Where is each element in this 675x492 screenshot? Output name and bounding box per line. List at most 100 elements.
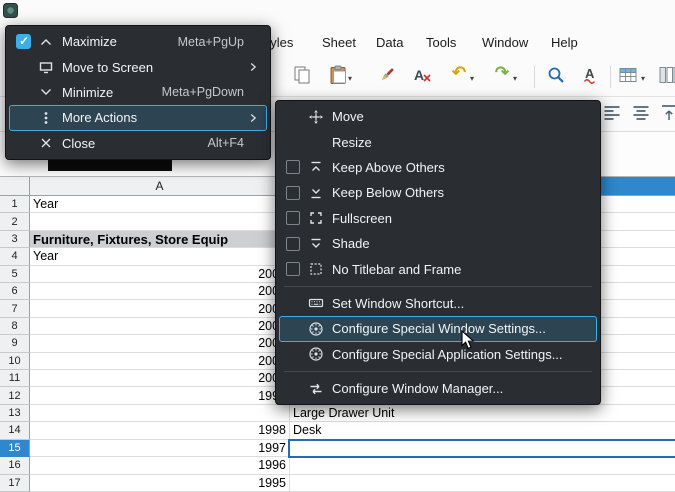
window-menu-item-maximize[interactable]: MaximizeMeta+PgUp bbox=[9, 29, 267, 54]
menu-item-label: Configure Special Application Settings..… bbox=[332, 347, 576, 362]
cell-a5[interactable]: 2006 bbox=[30, 266, 290, 283]
checkbox-unchecked bbox=[286, 237, 308, 251]
row-header-4[interactable]: 4 bbox=[0, 248, 30, 265]
keyboard-shortcut-icon bbox=[308, 295, 332, 311]
menu-item-label: Move bbox=[332, 109, 576, 124]
cell-a12[interactable]: 1999 bbox=[30, 387, 290, 404]
cell-a13[interactable] bbox=[30, 405, 290, 422]
titlebar bbox=[0, 0, 675, 28]
align-center-icon[interactable] bbox=[631, 103, 653, 125]
cell-a16[interactable]: 1996 bbox=[30, 457, 290, 474]
more-actions-item-set-window-shortcut[interactable]: Set Window Shortcut... bbox=[279, 291, 597, 316]
window-menu-item-move-to-screen[interactable]: Move to Screen bbox=[9, 54, 267, 79]
menu-item-label: Close bbox=[62, 136, 208, 151]
app-icon[interactable] bbox=[3, 3, 18, 18]
maximize-icon bbox=[38, 34, 62, 50]
menubar-item-help[interactable]: Help bbox=[551, 35, 578, 50]
more-actions-item-no-titlebar-and-frame[interactable]: No Titlebar and Frame bbox=[279, 256, 597, 281]
more-actions-item-configure-special-window-settings[interactable]: Configure Special Window Settings... bbox=[279, 316, 597, 341]
more-actions-item-move[interactable]: Move bbox=[279, 104, 597, 129]
more-actions-item-configure-window-manager[interactable]: Configure Window Manager... bbox=[279, 376, 597, 401]
row-header-1[interactable]: 1 bbox=[0, 196, 30, 213]
row-header-5[interactable]: 5 bbox=[0, 266, 30, 283]
undo-icon[interactable]: ↶ bbox=[449, 63, 469, 83]
close-icon bbox=[38, 135, 62, 151]
borders-dropdown-caret[interactable]: ▾ bbox=[641, 74, 645, 83]
screen-icon bbox=[38, 59, 62, 75]
mouse-cursor bbox=[461, 330, 475, 355]
cell-a14[interactable]: 1998 bbox=[30, 422, 290, 439]
selected-cell[interactable] bbox=[288, 439, 675, 458]
cell-b16[interactable] bbox=[290, 457, 675, 474]
cell-a2[interactable] bbox=[30, 213, 290, 230]
redo-icon[interactable]: ↷ bbox=[492, 63, 512, 83]
align-left-icon[interactable] bbox=[602, 103, 624, 125]
menu-item-label: Set Window Shortcut... bbox=[332, 296, 576, 311]
cell-a9[interactable]: 2002 bbox=[30, 335, 290, 352]
row-header-15[interactable]: 15 bbox=[0, 440, 30, 457]
columns-icon[interactable] bbox=[658, 65, 675, 87]
row-header-3[interactable]: 3 bbox=[0, 231, 30, 248]
column-header-a[interactable]: A bbox=[30, 177, 290, 196]
sheet-row-16: 161996 bbox=[0, 457, 675, 474]
cell-a11[interactable]: 2000 bbox=[30, 370, 290, 387]
more-actions-item-keep-below-others[interactable]: Keep Below Others bbox=[279, 180, 597, 205]
paste-dropdown-caret[interactable]: ▾ bbox=[348, 74, 352, 83]
cell-a10[interactable]: 2001 bbox=[30, 353, 290, 370]
more-actions-item-keep-above-others[interactable]: Keep Above Others bbox=[279, 155, 597, 180]
find-and-replace-icon[interactable] bbox=[546, 65, 568, 87]
more-actions-icon bbox=[38, 110, 62, 126]
row-header-2[interactable]: 2 bbox=[0, 213, 30, 230]
row-header-7[interactable]: 7 bbox=[0, 300, 30, 317]
row-header-14[interactable]: 14 bbox=[0, 422, 30, 439]
clear-formatting-icon[interactable]: A bbox=[412, 65, 434, 87]
row-header-6[interactable]: 6 bbox=[0, 283, 30, 300]
cell-a6[interactable]: 2005 bbox=[30, 283, 290, 300]
window-menu-item-close[interactable]: CloseAlt+F4 bbox=[9, 131, 267, 156]
paste-icon[interactable] bbox=[328, 65, 350, 87]
cell-a15[interactable]: 1997 bbox=[30, 440, 290, 457]
submenu-arrow-icon bbox=[246, 60, 260, 74]
row-header-8[interactable]: 8 bbox=[0, 318, 30, 335]
cell-b14[interactable]: Desk bbox=[290, 422, 675, 439]
more-actions-item-shade[interactable]: Shade bbox=[279, 231, 597, 256]
cell-a3[interactable]: Furniture, Fixtures, Store Equip bbox=[30, 231, 290, 248]
redo-dropdown-caret[interactable]: ▾ bbox=[513, 74, 517, 83]
row-header-11[interactable]: 11 bbox=[0, 370, 30, 387]
spelling-icon[interactable]: A bbox=[581, 65, 603, 87]
menubar-item-data[interactable]: Data bbox=[376, 35, 403, 50]
toolbar-separator bbox=[610, 66, 611, 88]
row-header-17[interactable]: 17 bbox=[0, 475, 30, 492]
window-menu-item-more-actions[interactable]: More Actions bbox=[9, 105, 267, 130]
menu-item-label: Resize bbox=[332, 135, 576, 150]
sheet-row-17: 171995 bbox=[0, 475, 675, 492]
cell-a7[interactable]: 2004 bbox=[30, 300, 290, 317]
menubar-item-sheet[interactable]: Sheet bbox=[322, 35, 356, 50]
cell-a1[interactable]: Year bbox=[30, 196, 290, 213]
cell-b17[interactable] bbox=[290, 475, 675, 492]
menu-item-label: Fullscreen bbox=[332, 211, 576, 226]
copy-icon[interactable] bbox=[292, 65, 314, 87]
cell-a8[interactable]: 2003 bbox=[30, 318, 290, 335]
row-header-13[interactable]: 13 bbox=[0, 405, 30, 422]
row-header-16[interactable]: 16 bbox=[0, 457, 30, 474]
more-actions-item-resize[interactable]: Resize bbox=[279, 129, 597, 154]
select-all-corner[interactable] bbox=[0, 177, 30, 196]
window-menu-item-minimize[interactable]: MinimizeMeta+PgDown bbox=[9, 80, 267, 105]
clone-formatting-icon[interactable] bbox=[377, 65, 399, 87]
more-actions-item-fullscreen[interactable]: Fullscreen bbox=[279, 206, 597, 231]
align-top-icon[interactable] bbox=[659, 103, 675, 125]
row-header-9[interactable]: 9 bbox=[0, 335, 30, 352]
cell-a4[interactable]: Year bbox=[30, 248, 290, 265]
submenu-arrow-icon bbox=[246, 111, 260, 125]
row-header-10[interactable]: 10 bbox=[0, 353, 30, 370]
cell-a17[interactable]: 1995 bbox=[30, 475, 290, 492]
cell-b13[interactable]: Large Drawer Unit bbox=[290, 405, 675, 422]
menubar-item-window[interactable]: Window bbox=[482, 35, 528, 50]
more-actions-item-configure-special-application-settings[interactable]: Configure Special Application Settings..… bbox=[279, 342, 597, 367]
borders-icon[interactable] bbox=[618, 65, 640, 87]
menubar-item-tools[interactable]: Tools bbox=[426, 35, 456, 50]
row-header-12[interactable]: 12 bbox=[0, 387, 30, 404]
keep-below-icon bbox=[308, 185, 332, 201]
undo-dropdown-caret[interactable]: ▾ bbox=[470, 74, 474, 83]
